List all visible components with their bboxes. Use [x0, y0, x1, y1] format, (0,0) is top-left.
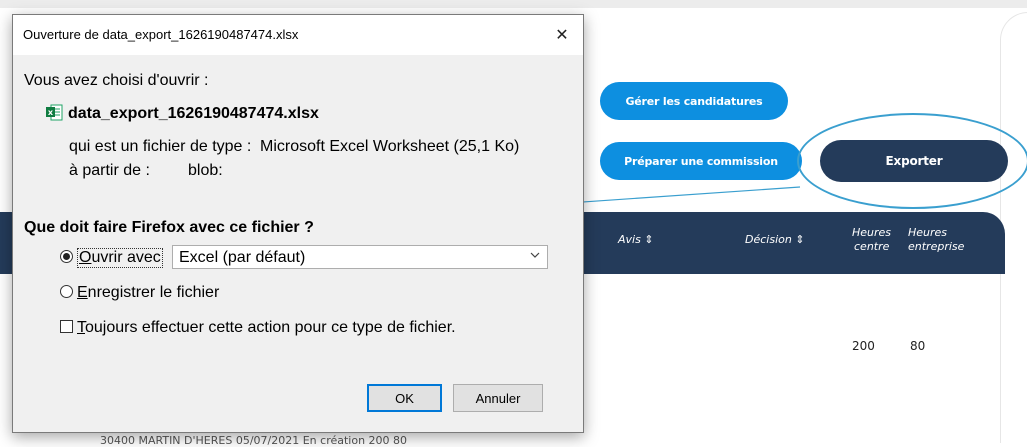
- prepare-commission-button[interactable]: Préparer une commission: [600, 142, 802, 180]
- manage-applications-button[interactable]: Gérer les candidatures: [600, 82, 788, 120]
- close-icon[interactable]: ✕: [549, 23, 575, 47]
- column-header-heures-centre-line1: Heures: [852, 226, 892, 239]
- file-name: data_export_1626190487474.xlsx: [68, 105, 319, 122]
- dialog-title: Ouverture de data_export_1626190487474.x…: [23, 27, 299, 42]
- column-header-heures-entreprise-line2: entreprise: [908, 240, 965, 253]
- always-do-label-rest: oujours effectuer cette action pour ce t…: [85, 319, 456, 336]
- ok-button[interactable]: OK: [367, 384, 442, 412]
- excel-file-icon: x: [46, 104, 63, 121]
- from-label: à partir de :: [69, 162, 150, 179]
- always-do-label[interactable]: Toujours effectuer cette action pour ce …: [77, 319, 456, 337]
- column-header-heures-centre-line2: centre: [854, 240, 890, 253]
- export-highlight-annotation: [797, 113, 1027, 209]
- column-header-heures-entreprise-line1: Heures: [908, 226, 948, 239]
- from-value: blob:: [188, 162, 223, 179]
- always-do-checkbox[interactable]: [60, 320, 73, 333]
- column-header-decision[interactable]: Décision ⇕: [745, 233, 805, 246]
- column-header-avis[interactable]: Avis ⇕: [618, 233, 654, 246]
- chevron-down-icon: [529, 249, 541, 264]
- open-with-label[interactable]: Ouvrir avec: [77, 248, 163, 268]
- table-row-partial: 30400 MARTIN D'HERES 05/07/2021 En créat…: [100, 434, 408, 447]
- firefox-question: Que doit faire Firefox avec ce fichier ?: [24, 219, 314, 236]
- cell-heures-centre: 200: [852, 339, 875, 353]
- open-with-radio[interactable]: [60, 250, 73, 263]
- open-with-accesskey: O: [79, 249, 92, 266]
- file-type-value: Microsoft Excel Worksheet (25,1 Ko): [260, 138, 520, 155]
- dialog-titlebar: Ouverture de data_export_1626190487474.x…: [13, 15, 583, 55]
- always-do-accesskey: T: [77, 319, 85, 336]
- cell-heures-entreprise: 80: [910, 339, 926, 353]
- top-band: [0, 0, 1027, 8]
- save-file-label-rest: nregistrer le fichier: [87, 284, 220, 301]
- chosen-to-open-label: Vous avez choisi d'ouvrir :: [24, 72, 209, 89]
- open-with-app-select[interactable]: Excel (par défaut): [172, 245, 548, 269]
- save-file-accesskey: E: [77, 284, 88, 301]
- save-file-radio[interactable]: [60, 285, 73, 298]
- cancel-button[interactable]: Annuler: [453, 384, 543, 412]
- file-type-label: qui est un fichier de type :: [69, 138, 252, 155]
- open-with-label-rest: uvrir avec: [91, 249, 161, 266]
- svg-text:x: x: [48, 108, 54, 117]
- open-with-app-value: Excel (par défaut): [179, 249, 306, 266]
- save-file-label[interactable]: Enregistrer le fichier: [77, 284, 219, 302]
